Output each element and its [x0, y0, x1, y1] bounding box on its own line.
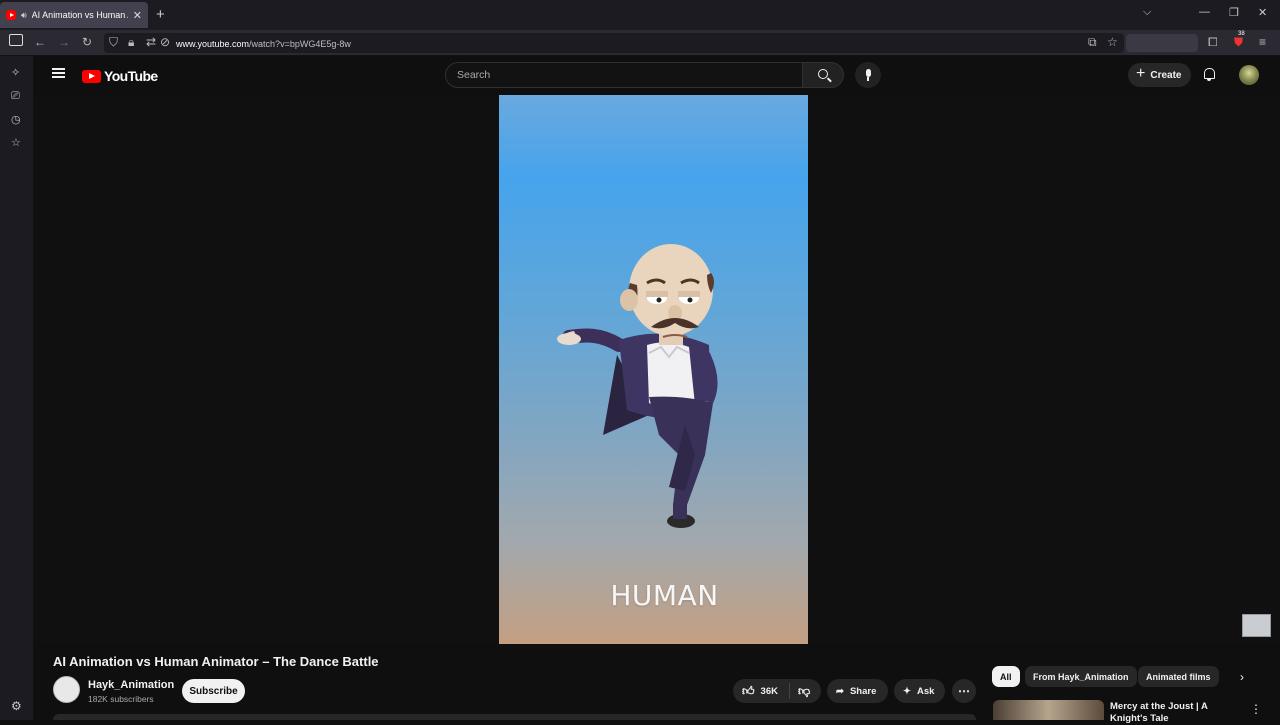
- window-close-icon[interactable]: ✕: [1258, 6, 1267, 19]
- chip-all[interactable]: All: [992, 666, 1020, 687]
- autoplay-blocked-icon[interactable]: ⊘: [160, 35, 170, 49]
- url-host: www.youtube.com: [176, 39, 250, 49]
- synced-tabs-icon[interactable]: ⎚: [11, 90, 20, 103]
- thumbs-down-icon: 👎︎: [798, 683, 811, 698]
- chip-animated-films[interactable]: Animated films: [1138, 666, 1219, 687]
- dislike-button[interactable]: 👎︎: [790, 684, 810, 699]
- more-horizontal-icon: ⋯: [958, 684, 970, 698]
- miniplayer-thumbnail[interactable]: [1242, 614, 1271, 637]
- youtube-logo[interactable]: YouTube: [82, 68, 158, 84]
- tab-list-chevron-icon[interactable]: ⌵: [1143, 6, 1151, 19]
- description-box[interactable]: [53, 714, 976, 720]
- youtube-logo-text: YouTube: [104, 68, 158, 84]
- more-actions-button[interactable]: ⋯: [952, 679, 976, 703]
- like-button[interactable]: 👍︎ 36K: [733, 683, 790, 699]
- chevron-right-icon[interactable]: ›: [1240, 670, 1244, 684]
- recommendation-title[interactable]: Mercy at the Joust | A Knight's Tale: [1110, 701, 1240, 725]
- channel-name[interactable]: Hayk_Animation: [88, 679, 174, 691]
- url-path: /watch?v=bpWG4E5g-8w: [249, 39, 351, 49]
- guide-menu-icon[interactable]: [52, 68, 65, 78]
- speaker-icon[interactable]: 🔊︎: [21, 10, 27, 21]
- subscribe-button[interactable]: Subscribe: [182, 679, 245, 703]
- search-input[interactable]: [446, 63, 802, 87]
- browser-tab[interactable]: 🔊︎ AI Animation vs Human Animator – The …: [0, 2, 148, 28]
- like-count: 36K: [760, 685, 778, 697]
- sidebar-toggle-icon[interactable]: [9, 34, 23, 46]
- url-text[interactable]: www.youtube.com/watch?v=bpWG4E5g-8w: [176, 39, 351, 49]
- youtube-favicon-icon: [6, 10, 16, 20]
- channel-avatar[interactable]: [53, 676, 80, 703]
- recommendation-more-icon[interactable]: ⋮: [1250, 702, 1262, 716]
- history-icon[interactable]: ◷: [11, 113, 21, 126]
- user-avatar[interactable]: [1239, 65, 1259, 85]
- video-player[interactable]: HUMAN: [34, 94, 1280, 644]
- search-icon: [818, 69, 828, 79]
- search-button[interactable]: [802, 62, 844, 88]
- chip-from-channel[interactable]: From Hayk_Animation: [1025, 666, 1137, 687]
- extensions-icon[interactable]: ⧠: [1208, 35, 1218, 50]
- browser-nav-bar: ← → ↻ ⛉ 🔒︎ ⇄ ⊘ www.youtube.com/watch?v=b…: [0, 30, 1280, 56]
- share-arrow-icon: ➦: [836, 685, 844, 697]
- youtube-header: YouTube + Create: [34, 56, 1280, 94]
- voice-search-icon[interactable]: [855, 62, 881, 88]
- forward-icon[interactable]: →: [58, 35, 70, 49]
- bookmarks-icon[interactable]: ☆: [11, 136, 21, 149]
- sparkle-icon: ✦: [903, 685, 911, 697]
- ask-button[interactable]: ✦ Ask: [894, 679, 945, 703]
- restore-icon[interactable]: ❐: [1229, 6, 1239, 19]
- shield-icon[interactable]: ⛉: [109, 35, 118, 50]
- video-title: AI Animation vs Human Animator – The Dan…: [53, 654, 379, 669]
- browser-sidebar: ✧ ⎚ ◷ ☆: [0, 56, 34, 720]
- search-box[interactable]: [445, 62, 803, 88]
- lock-icon[interactable]: 🔒︎: [128, 35, 134, 50]
- permissions-icon[interactable]: ⇄: [146, 35, 156, 49]
- reload-icon[interactable]: ↻: [82, 35, 92, 49]
- ai-chatbot-icon[interactable]: ✧: [11, 66, 20, 79]
- new-tab-icon[interactable]: +: [156, 6, 165, 23]
- share-button[interactable]: ➦ Share: [827, 679, 888, 703]
- subscriber-count: 182K subscribers: [88, 694, 154, 704]
- close-tab-icon[interactable]: ✕: [133, 9, 142, 22]
- picture-in-picture-icon[interactable]: ⧉: [1088, 35, 1097, 50]
- ublock-icon[interactable]: ⛊: [1234, 35, 1243, 50]
- dancing-cartoon-character: [557, 244, 718, 528]
- like-dislike-group: 👍︎ 36K 👎︎: [733, 679, 821, 703]
- notifications-bell-icon[interactable]: [1204, 68, 1215, 81]
- video-frame[interactable]: HUMAN: [499, 95, 808, 644]
- minimize-icon[interactable]: —: [1199, 6, 1210, 18]
- back-icon[interactable]: ←: [34, 35, 46, 49]
- ask-label: Ask: [916, 685, 935, 697]
- settings-gear-icon[interactable]: ⚙: [11, 699, 22, 713]
- thumbs-up-icon: 👍︎: [742, 683, 755, 698]
- extension-badge: 38: [1238, 31, 1245, 37]
- tab-title: AI Animation vs Human Animator – The Dan…: [31, 10, 128, 20]
- bookmark-star-icon[interactable]: ☆: [1107, 35, 1118, 49]
- video-overlay-text: HUMAN: [610, 579, 719, 612]
- share-label: Share: [849, 685, 877, 697]
- plus-icon: +: [1136, 65, 1146, 82]
- create-label: Create: [1150, 69, 1182, 81]
- create-button[interactable]: + Create: [1128, 63, 1191, 87]
- recommendation-thumbnail[interactable]: [993, 700, 1104, 720]
- menu-icon[interactable]: ≡: [1259, 35, 1266, 49]
- profile-area[interactable]: [1126, 34, 1198, 52]
- youtube-play-logo-icon: [82, 69, 101, 83]
- browser-tab-bar: 🔊︎ AI Animation vs Human Animator – The …: [0, 0, 1280, 30]
